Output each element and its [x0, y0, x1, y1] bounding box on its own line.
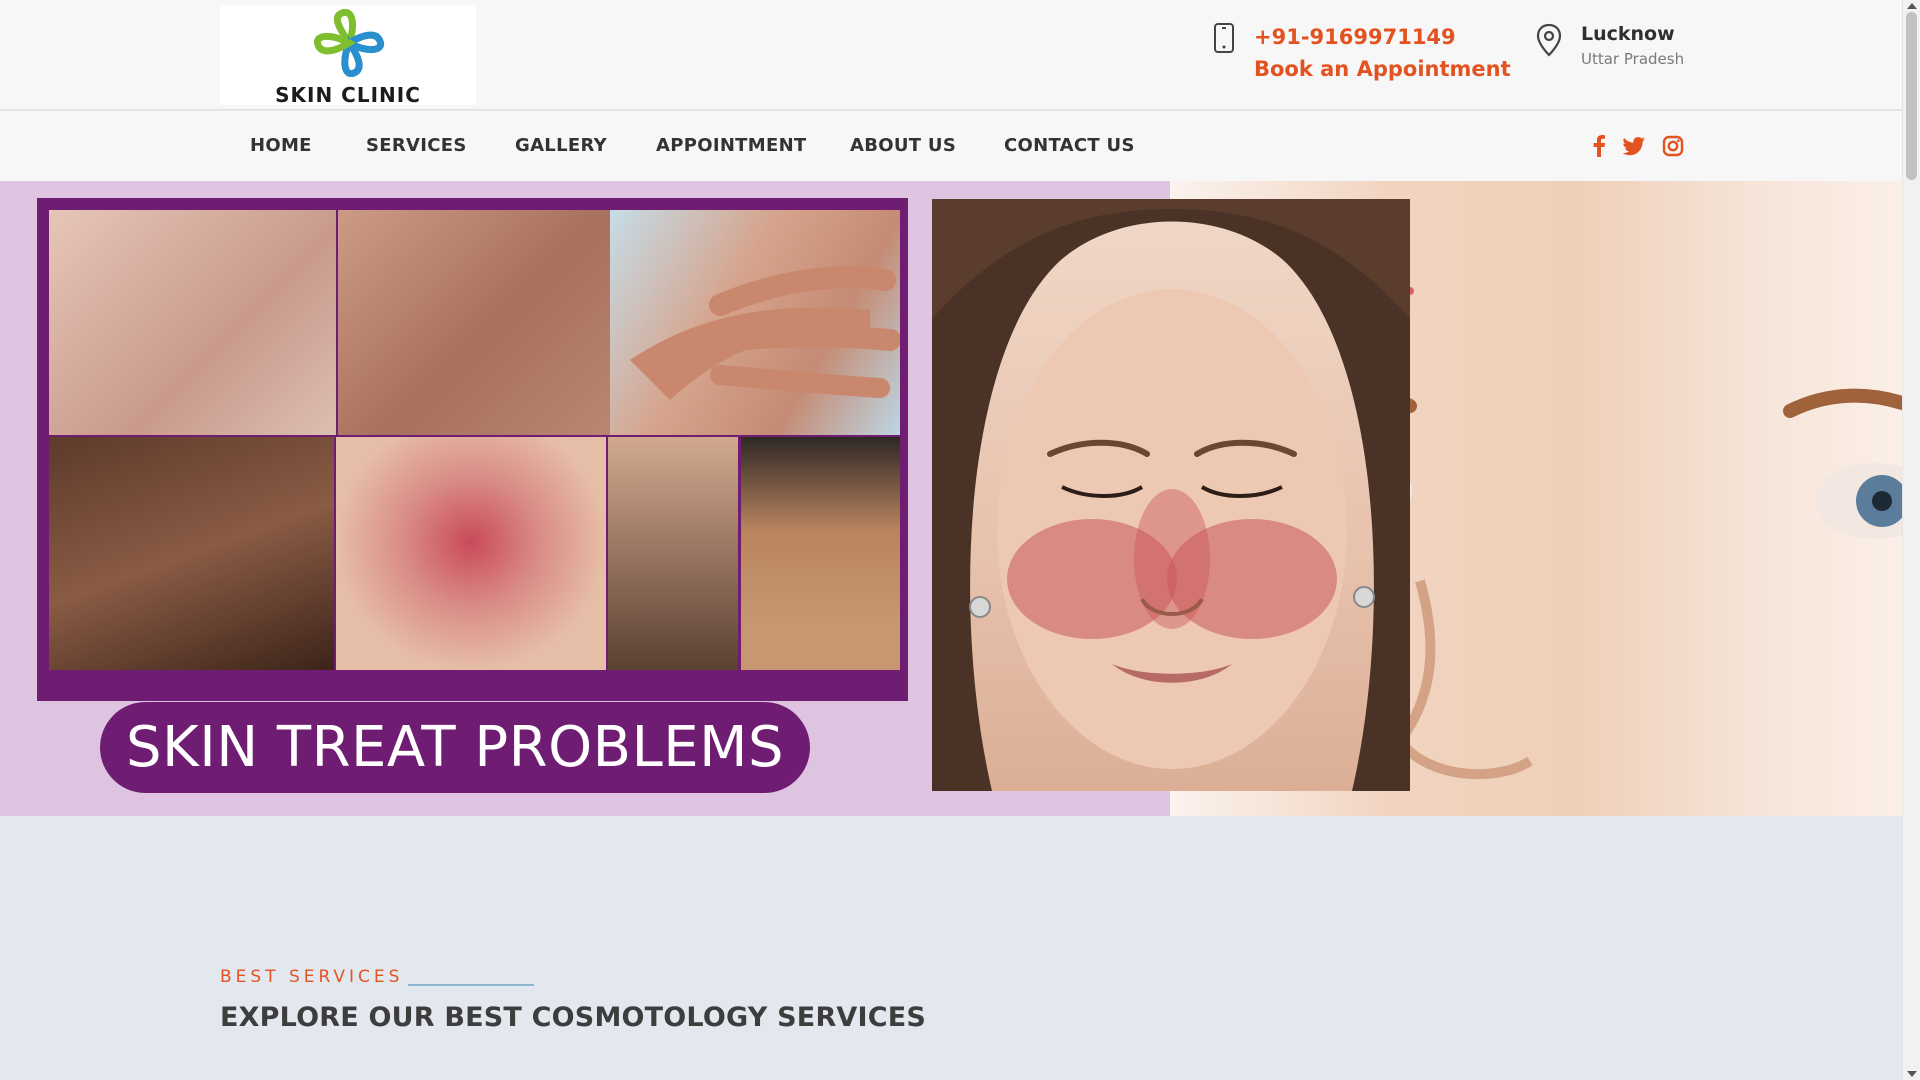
- mobile-phone-icon: [1214, 23, 1234, 53]
- hero-banner: SKIN TREAT PROBLEMS: [0, 181, 1902, 816]
- location-pin-icon: [1536, 23, 1562, 57]
- nav-item-home[interactable]: HOME: [250, 135, 312, 156]
- scroll-up-arrow-icon[interactable]: [1907, 3, 1917, 9]
- logo-mark-icon: [313, 9, 385, 77]
- section-divider: [408, 984, 534, 986]
- location-city: Lucknow: [1581, 23, 1675, 45]
- phone-number-link[interactable]: +91-9169971149: [1254, 25, 1456, 49]
- psoriasis-image: [336, 437, 606, 670]
- nav-item-contact-us[interactable]: CONTACT US: [1004, 135, 1135, 156]
- location-state: Uttar Pradesh: [1581, 50, 1685, 68]
- eczema-skin-image: [49, 210, 336, 435]
- section-tag: BEST SERVICES: [220, 967, 404, 987]
- logo-text: SKIN CLINIC: [275, 83, 421, 107]
- skin-conditions-collage: [37, 198, 908, 701]
- nav-item-appointment[interactable]: APPOINTMENT: [656, 135, 807, 156]
- nav-item-services[interactable]: SERVICES: [366, 135, 467, 156]
- scrollbar-thumb[interactable]: [1906, 12, 1917, 180]
- facebook-icon[interactable]: [1586, 133, 1612, 159]
- instagram-icon[interactable]: [1660, 133, 1686, 159]
- scroll-down-arrow-icon[interactable]: [1907, 1071, 1917, 1077]
- chin-beard-image: [608, 437, 738, 670]
- book-appointment-link[interactable]: Book an Appointment: [1254, 57, 1511, 81]
- rosacea-face-illustration: [932, 199, 1410, 791]
- top-header: SKIN CLINIC +91-9169971149 Book an Appoi…: [0, 0, 1902, 110]
- hero-banner-title: SKIN TREAT PROBLEMS: [100, 702, 810, 793]
- nav-item-gallery[interactable]: GALLERY: [515, 135, 607, 156]
- face-underside-image: [741, 437, 900, 670]
- acne-scars-image: [338, 210, 610, 435]
- hair-loss-image: [49, 437, 334, 670]
- main-navigation: HOME SERVICES GALLERY APPOINTMENT ABOUT …: [0, 111, 1902, 181]
- nav-item-about-us[interactable]: ABOUT US: [850, 135, 956, 156]
- warts-hand-image: [610, 210, 900, 435]
- twitter-icon[interactable]: [1621, 133, 1647, 159]
- section-title: EXPLORE OUR BEST COSMOTOLOGY SERVICES: [220, 1002, 927, 1033]
- page-scrollbar[interactable]: [1902, 0, 1920, 1080]
- clinic-logo[interactable]: SKIN CLINIC: [220, 5, 476, 107]
